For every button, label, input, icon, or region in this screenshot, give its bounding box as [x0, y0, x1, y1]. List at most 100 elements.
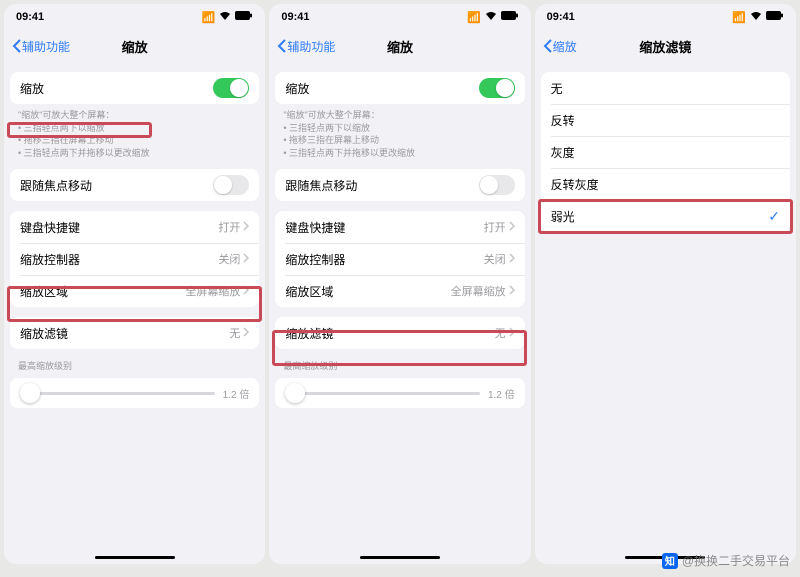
- filter-option-invert-grayscale[interactable]: 反转灰度: [541, 168, 790, 200]
- zhihu-logo-icon: 知: [662, 553, 678, 569]
- slider-knob[interactable]: [285, 383, 305, 403]
- row-zoom-region[interactable]: 缩放区域 全屏幕缩放: [10, 275, 259, 307]
- row-label: 跟随焦点移动: [285, 177, 357, 194]
- phone-screen-1: 09:41 📶 辅助功能 缩放 缩放 "缩放"可放大整个屏幕：: [4, 4, 265, 564]
- row-value: 关闭: [484, 251, 506, 267]
- row-label: 跟随焦点移动: [20, 177, 92, 194]
- option-label: 灰度: [551, 144, 575, 161]
- row-value: 打开: [484, 219, 506, 235]
- row-zoom-controller[interactable]: 缩放控制器 关闭: [275, 243, 524, 275]
- row-value: 关闭: [218, 251, 240, 267]
- phone-screen-3: 09:41 📶 缩放 缩放滤镜 无 反转: [535, 4, 796, 564]
- zoom-hint: "缩放"可放大整个屏幕： • 三指轻点两下以缩放 • 拖移三指在屏幕上移动 • …: [4, 104, 265, 159]
- watermark: 知 @换换二手交易平台: [662, 552, 790, 569]
- row-follow-focus[interactable]: 跟随焦点移动: [10, 169, 259, 201]
- hint-bullet: • 拖移三指在屏幕上移动: [283, 134, 516, 147]
- row-label: 键盘快捷键: [20, 219, 80, 236]
- wifi-icon: [219, 11, 231, 24]
- hint-bullet: • 三指轻点两下以缩放: [283, 122, 516, 135]
- status-bar: 09:41 📶: [4, 4, 265, 30]
- chevron-right-icon: [509, 221, 515, 234]
- section-max-zoom: 最高缩放级别: [269, 349, 530, 374]
- chevron-right-icon: [243, 285, 249, 298]
- back-label: 辅助功能: [22, 38, 70, 55]
- slider-track: [285, 392, 480, 395]
- nav-bar: 辅助功能 缩放: [4, 30, 265, 62]
- row-zoom-filter[interactable]: 缩放滤镜 无: [275, 317, 524, 349]
- chevron-right-icon: [509, 253, 515, 266]
- nav-bar: 缩放 缩放滤镜: [535, 30, 796, 62]
- toggle-zoom[interactable]: [479, 78, 515, 98]
- toggle-follow-focus[interactable]: [479, 175, 515, 195]
- battery-icon: [235, 11, 253, 23]
- row-label: 缩放控制器: [20, 251, 80, 268]
- toggle-zoom[interactable]: [213, 78, 249, 98]
- signal-icon: 📶: [732, 11, 746, 24]
- wifi-icon: [485, 11, 497, 24]
- chevron-right-icon: [243, 221, 249, 234]
- chevron-right-icon: [509, 285, 515, 298]
- checkmark-icon: ✓: [768, 208, 780, 225]
- status-time: 09:41: [547, 11, 575, 23]
- row-label: 缩放: [20, 80, 44, 97]
- row-label: 缩放滤镜: [285, 325, 333, 342]
- row-zoom-controller[interactable]: 缩放控制器 关闭: [10, 243, 259, 275]
- filter-option-none[interactable]: 无: [541, 72, 790, 104]
- row-label: 缩放滤镜: [20, 325, 68, 342]
- back-button[interactable]: 辅助功能: [12, 38, 70, 55]
- row-label: 缩放区域: [285, 283, 333, 300]
- slider-max-zoom[interactable]: 1.2 倍: [275, 378, 524, 408]
- phone-screen-2: 09:41 📶 辅助功能 缩放 缩放 "缩放"可放大整个屏幕：: [269, 4, 530, 564]
- slider-value: 1.2 倍: [223, 386, 250, 401]
- row-zoom-region[interactable]: 缩放区域 全屏幕缩放: [275, 275, 524, 307]
- chevron-right-icon: [509, 327, 515, 340]
- home-indicator: [95, 556, 175, 559]
- hint-line: "缩放"可放大整个屏幕：: [283, 110, 379, 120]
- slider-track: [20, 392, 215, 395]
- row-zoom[interactable]: 缩放: [10, 72, 259, 104]
- battery-icon: [766, 11, 784, 23]
- option-label: 反转: [551, 112, 575, 129]
- row-label: 键盘快捷键: [285, 219, 345, 236]
- status-time: 09:41: [16, 11, 44, 23]
- hint-bullet: • 三指轻点两下以缩放: [18, 122, 251, 135]
- row-zoom[interactable]: 缩放: [275, 72, 524, 104]
- row-keyboard-shortcut[interactable]: 键盘快捷键 打开: [275, 211, 524, 243]
- slider-max-zoom[interactable]: 1.2 倍: [10, 378, 259, 408]
- hint-line: "缩放"可放大整个屏幕：: [18, 110, 114, 120]
- chevron-left-icon: [12, 39, 22, 53]
- wifi-icon: [750, 11, 762, 24]
- status-bar: 09:41 📶: [269, 4, 530, 30]
- row-value: 全屏幕缩放: [451, 283, 506, 299]
- signal-icon: 📶: [202, 11, 216, 24]
- back-button[interactable]: 辅助功能: [277, 38, 335, 55]
- back-label: 辅助功能: [287, 38, 335, 55]
- row-label: 缩放区域: [20, 283, 68, 300]
- status-bar: 09:41 📶: [535, 4, 796, 30]
- filter-option-low-light[interactable]: 弱光 ✓: [541, 200, 790, 232]
- option-label: 反转灰度: [551, 176, 599, 193]
- toggle-follow-focus[interactable]: [213, 175, 249, 195]
- row-value: 全屏幕缩放: [185, 283, 240, 299]
- hint-bullet: • 拖移三指在屏幕上移动: [18, 134, 251, 147]
- row-keyboard-shortcut[interactable]: 键盘快捷键 打开: [10, 211, 259, 243]
- status-time: 09:41: [281, 11, 309, 23]
- chevron-left-icon: [543, 39, 553, 53]
- row-value: 无: [229, 325, 240, 341]
- chevron-right-icon: [243, 327, 249, 340]
- row-follow-focus[interactable]: 跟随焦点移动: [275, 169, 524, 201]
- section-max-zoom: 最高缩放级别: [4, 349, 265, 374]
- filter-option-grayscale[interactable]: 灰度: [541, 136, 790, 168]
- option-label: 无: [551, 80, 563, 97]
- signal-icon: 📶: [467, 11, 481, 24]
- home-indicator: [360, 556, 440, 559]
- row-value: 打开: [218, 219, 240, 235]
- back-button[interactable]: 缩放: [543, 38, 577, 55]
- hint-bullet: • 三指轻点两下并拖移以更改缩放: [18, 147, 251, 160]
- slider-knob[interactable]: [20, 383, 40, 403]
- row-label: 缩放: [285, 80, 309, 97]
- row-zoom-filter[interactable]: 缩放滤镜 无: [10, 317, 259, 349]
- filter-option-invert[interactable]: 反转: [541, 104, 790, 136]
- back-label: 缩放: [553, 38, 577, 55]
- chevron-right-icon: [243, 253, 249, 266]
